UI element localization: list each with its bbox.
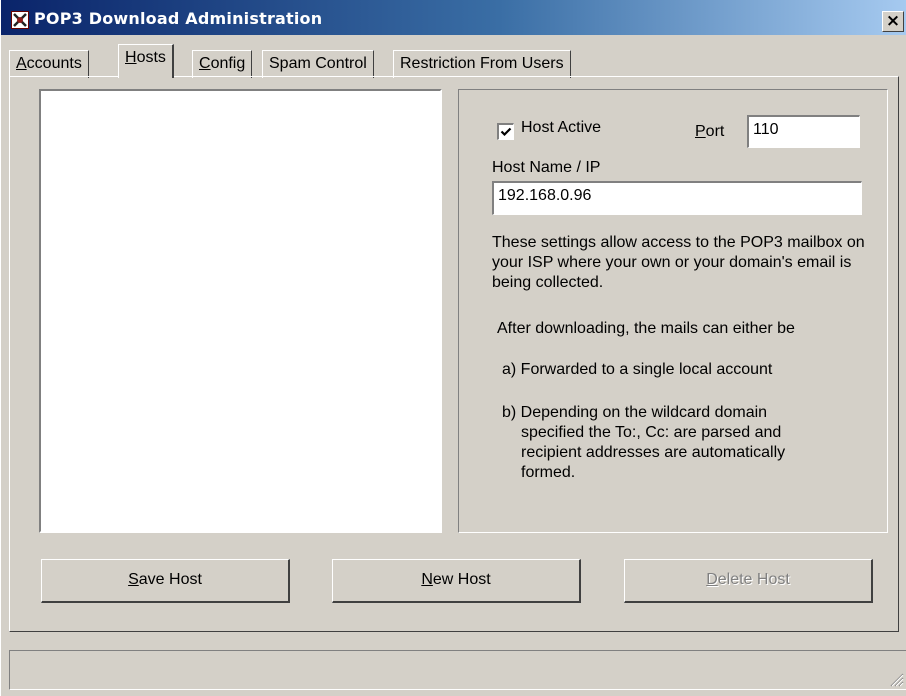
save-host-button[interactable]: Save Host [41, 559, 290, 603]
help-item-wildcard-line2: specified the To:, Cc: are parsed and [521, 424, 782, 441]
pop3-app-icon [11, 11, 29, 29]
pop3-admin-window: POP3 Download Administration × Accounts … [0, 0, 906, 696]
tab-hosts[interactable]: Hosts [118, 44, 174, 78]
close-icon[interactable]: × [882, 11, 904, 32]
checkmark-icon [500, 127, 512, 137]
delete-host-button[interactable]: Delete Host [624, 559, 873, 603]
tab-spam-control[interactable]: Spam Control [262, 50, 374, 78]
hosts-tab-panel: Host Active Port 110 Host Name / IP 192.… [9, 76, 899, 632]
help-paragraph-after-download: After downloading, the mails can either … [497, 320, 795, 337]
port-label: Port [695, 123, 725, 140]
window-title: POP3 Download Administration [34, 9, 323, 28]
tab-restriction-from-users[interactable]: Restriction From Users [393, 50, 571, 78]
tab-accounts[interactable]: Accounts [9, 50, 89, 78]
resize-grip-icon[interactable] [888, 671, 904, 687]
host-settings-panel: Host Active Port 110 Host Name / IP 192.… [458, 89, 888, 533]
tab-config[interactable]: Config [192, 50, 253, 78]
new-host-button[interactable]: New Host [332, 559, 581, 603]
host-active-checkbox[interactable] [497, 123, 514, 140]
help-item-wildcard-line3: recipient addresses are automatically [521, 444, 786, 461]
help-item-wildcard-line4: formed. [521, 464, 576, 481]
help-item-wildcard-line1: b) Depending on the wildcard domain [502, 404, 768, 421]
help-paragraph-access: These settings allow access to the POP3 … [492, 234, 865, 291]
port-input[interactable]: 110 [747, 115, 860, 148]
host-name-label: Host Name / IP [492, 159, 601, 176]
help-item-forward: a) Forwarded to a single local account [502, 361, 773, 378]
host-name-input[interactable]: 192.168.0.96 [492, 181, 862, 215]
status-bar [9, 650, 906, 690]
host-active-label[interactable]: Host Active [521, 119, 601, 137]
host-list[interactable] [39, 89, 442, 533]
title-bar[interactable]: POP3 Download Administration × [1, 0, 906, 35]
